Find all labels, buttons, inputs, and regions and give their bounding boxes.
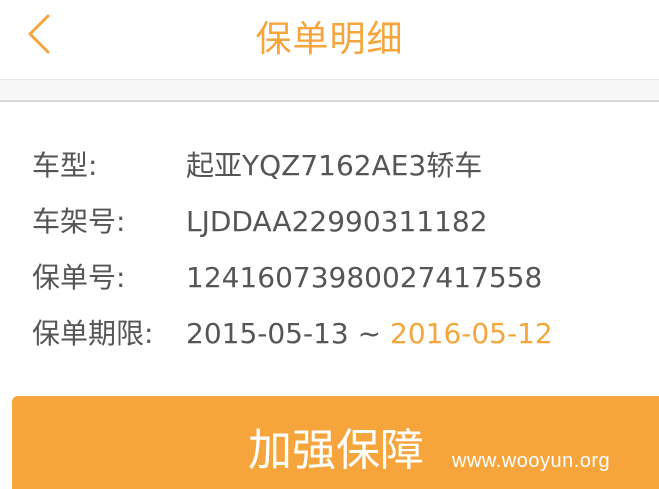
policy-period-label: 保单期限: <box>32 317 154 350</box>
period-start-date: 2015-05-13 <box>186 317 349 350</box>
vin-label: 车架号: <box>32 205 126 238</box>
section-divider <box>0 80 659 102</box>
page-title: 保单明细 <box>255 19 404 60</box>
policy-period-row: 保单期限: 2015-05-13 ~ 2016-05-12 <box>0 314 659 354</box>
car-model-label: 车型: <box>32 149 98 182</box>
car-model-row: 车型: 起亚YQZ7162AE3轿车 <box>0 146 659 186</box>
watermark-text: www.wooyun.org <box>452 450 611 472</box>
car-model-value: 起亚YQZ7162AE3轿车 <box>186 149 483 182</box>
enhance-coverage-button[interactable]: 加强保障 <box>12 396 659 489</box>
header-bar: 保单明细 <box>0 0 659 80</box>
policy-number-value: 12416073980027417558 <box>186 261 543 294</box>
policy-number-label: 保单号: <box>32 261 126 294</box>
period-end-date: 2016-05-12 <box>390 317 553 350</box>
policy-number-row: 保单号: 12416073980027417558 <box>0 258 659 298</box>
period-separator: ~ <box>348 317 390 350</box>
policy-details: 车型: 起亚YQZ7162AE3轿车 车架号: LJDDAA2299031118… <box>0 104 659 389</box>
vin-value: LJDDAA22990311182 <box>186 205 488 238</box>
policy-period-value: 2015-05-13 ~ 2016-05-12 <box>186 314 553 354</box>
vin-row: 车架号: LJDDAA22990311182 <box>0 202 659 242</box>
